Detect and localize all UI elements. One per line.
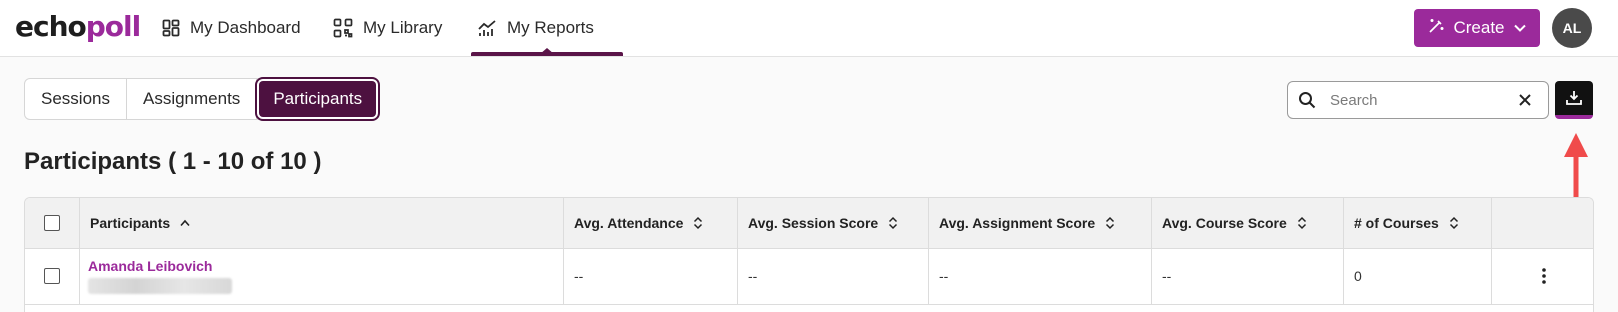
avg-assignment-score-cell: -- <box>929 248 1152 304</box>
nav-label-my-dashboard: My Dashboard <box>190 18 301 37</box>
column-header-avg-attendance[interactable]: Avg. Attendance <box>564 198 738 248</box>
column-header-actions <box>1492 198 1593 248</box>
tab-sessions[interactable]: Sessions <box>25 79 127 119</box>
download-icon <box>1565 89 1583 107</box>
avg-attendance-cell: -- <box>564 248 738 304</box>
nav-item-my-reports[interactable]: My Reports <box>477 0 594 56</box>
avg-assignment-score-value: -- <box>939 268 949 284</box>
search-box <box>1287 81 1549 119</box>
select-all-checkbox[interactable] <box>44 215 60 231</box>
participant-email-redacted <box>88 278 232 294</box>
logo-text-poll: poll <box>85 10 141 43</box>
echopoll-logo[interactable]: echopoll <box>15 10 141 44</box>
dashboard-icon <box>162 19 180 37</box>
search-icon <box>1298 91 1316 109</box>
nav-item-my-library[interactable]: My Library <box>333 0 442 56</box>
column-header-num-courses[interactable]: # of Courses <box>1344 198 1492 248</box>
avg-course-score-value: -- <box>1162 268 1172 284</box>
sort-icon <box>693 216 703 230</box>
user-avatar[interactable]: AL <box>1552 8 1592 48</box>
header-select-all-cell <box>25 198 80 248</box>
sort-icon <box>1449 216 1459 230</box>
row-checkbox[interactable] <box>44 268 60 284</box>
search-input[interactable] <box>1328 90 1512 110</box>
nav-label-my-reports: My Reports <box>507 18 594 37</box>
more-vertical-icon[interactable] <box>1541 267 1547 285</box>
tab-assignments[interactable]: Assignments <box>127 79 258 119</box>
page-title-range: ( 1 - 10 of 10 ) <box>168 148 322 175</box>
participants-table: Participants Avg. Attendance Avg. Sessio… <box>24 197 1594 312</box>
nav-item-my-dashboard[interactable]: My Dashboard <box>162 0 301 56</box>
participant-name-link[interactable]: Amanda Leibovich <box>88 258 212 274</box>
tab-participants[interactable]: Participants <box>255 77 381 121</box>
nav-label-my-library: My Library <box>363 18 443 37</box>
reports-icon <box>477 19 497 37</box>
chevron-down-icon <box>1513 18 1527 38</box>
participant-cell: Amanda Leibovich <box>80 248 564 304</box>
sort-icon <box>1105 216 1115 230</box>
avg-attendance-value: -- <box>574 268 584 284</box>
column-label-avg-course-score: Avg. Course Score <box>1162 215 1287 231</box>
magic-wand-icon <box>1427 17 1445 40</box>
page-title: Participants ( 1 - 10 of 10 ) <box>24 148 321 176</box>
num-courses-cell: 0 <box>1344 248 1492 304</box>
sort-ascending-icon <box>180 219 190 227</box>
column-label-avg-attendance: Avg. Attendance <box>574 215 684 231</box>
library-icon <box>333 18 353 38</box>
row-actions-cell <box>1492 248 1593 304</box>
logo-text-echo: echo <box>15 10 87 43</box>
sort-icon <box>888 216 898 230</box>
export-button[interactable] <box>1555 81 1593 119</box>
num-courses-value: 0 <box>1354 268 1362 284</box>
column-label-num-courses: # of Courses <box>1354 215 1439 231</box>
row-select-cell <box>25 248 80 304</box>
create-button[interactable]: Create <box>1414 9 1540 47</box>
column-header-avg-course-score[interactable]: Avg. Course Score <box>1152 198 1344 248</box>
avg-course-score-cell: -- <box>1152 248 1344 304</box>
avg-session-score-value: -- <box>748 268 758 284</box>
avatar-initials: AL <box>1562 20 1582 36</box>
table-header: Participants Avg. Attendance Avg. Sessio… <box>25 198 1593 249</box>
sort-icon <box>1297 216 1307 230</box>
column-header-avg-assignment-score[interactable]: Avg. Assignment Score <box>929 198 1152 248</box>
create-button-label: Create <box>1453 18 1505 37</box>
column-label-avg-session-score: Avg. Session Score <box>748 215 879 231</box>
table-row: Amanda Leibovich -- -- -- -- 0 <box>25 248 1593 305</box>
close-icon[interactable] <box>1518 93 1532 107</box>
column-label-participants: Participants <box>90 215 171 231</box>
top-navigation-bar: echopoll My Dashboard My Library My Repo… <box>0 0 1618 57</box>
active-nav-indicator <box>471 52 623 56</box>
report-type-tabs: Sessions Assignments Participants <box>24 77 381 121</box>
page-title-text: Participants <box>24 148 162 175</box>
avg-session-score-cell: -- <box>738 248 929 304</box>
column-label-avg-assignment-score: Avg. Assignment Score <box>939 215 1096 231</box>
column-header-avg-session-score[interactable]: Avg. Session Score <box>738 198 929 248</box>
column-header-participants[interactable]: Participants <box>80 198 564 248</box>
